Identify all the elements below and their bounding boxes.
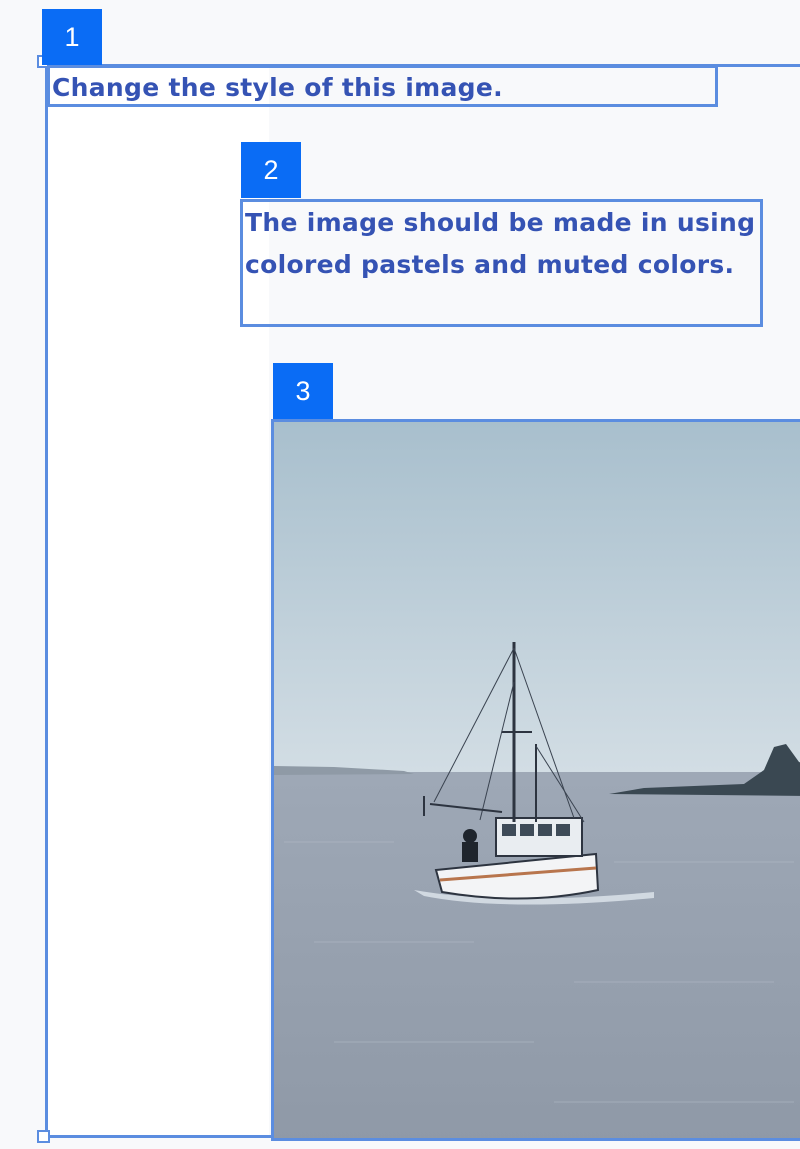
boat-illustration (274, 422, 800, 1138)
annotation-badge-3: 3 (273, 363, 333, 419)
fisherman-head (463, 829, 477, 843)
instruction-text-box[interactable]: Change the style of this image. (47, 65, 718, 107)
annotation-badge-2: 2 (241, 142, 301, 198)
cabin-window (556, 824, 570, 836)
cabin-window (520, 824, 534, 836)
cabin-window (538, 824, 552, 836)
style-description-text-box[interactable]: The image should be made in using colore… (240, 199, 763, 327)
sky (274, 422, 800, 772)
boat-image[interactable] (271, 419, 800, 1141)
fisherman-body (462, 842, 478, 862)
resize-handle-bottom-left[interactable] (37, 1130, 50, 1143)
annotation-badge-1: 1 (42, 9, 102, 65)
cabin-window (502, 824, 516, 836)
boat-cabin (495, 817, 583, 857)
